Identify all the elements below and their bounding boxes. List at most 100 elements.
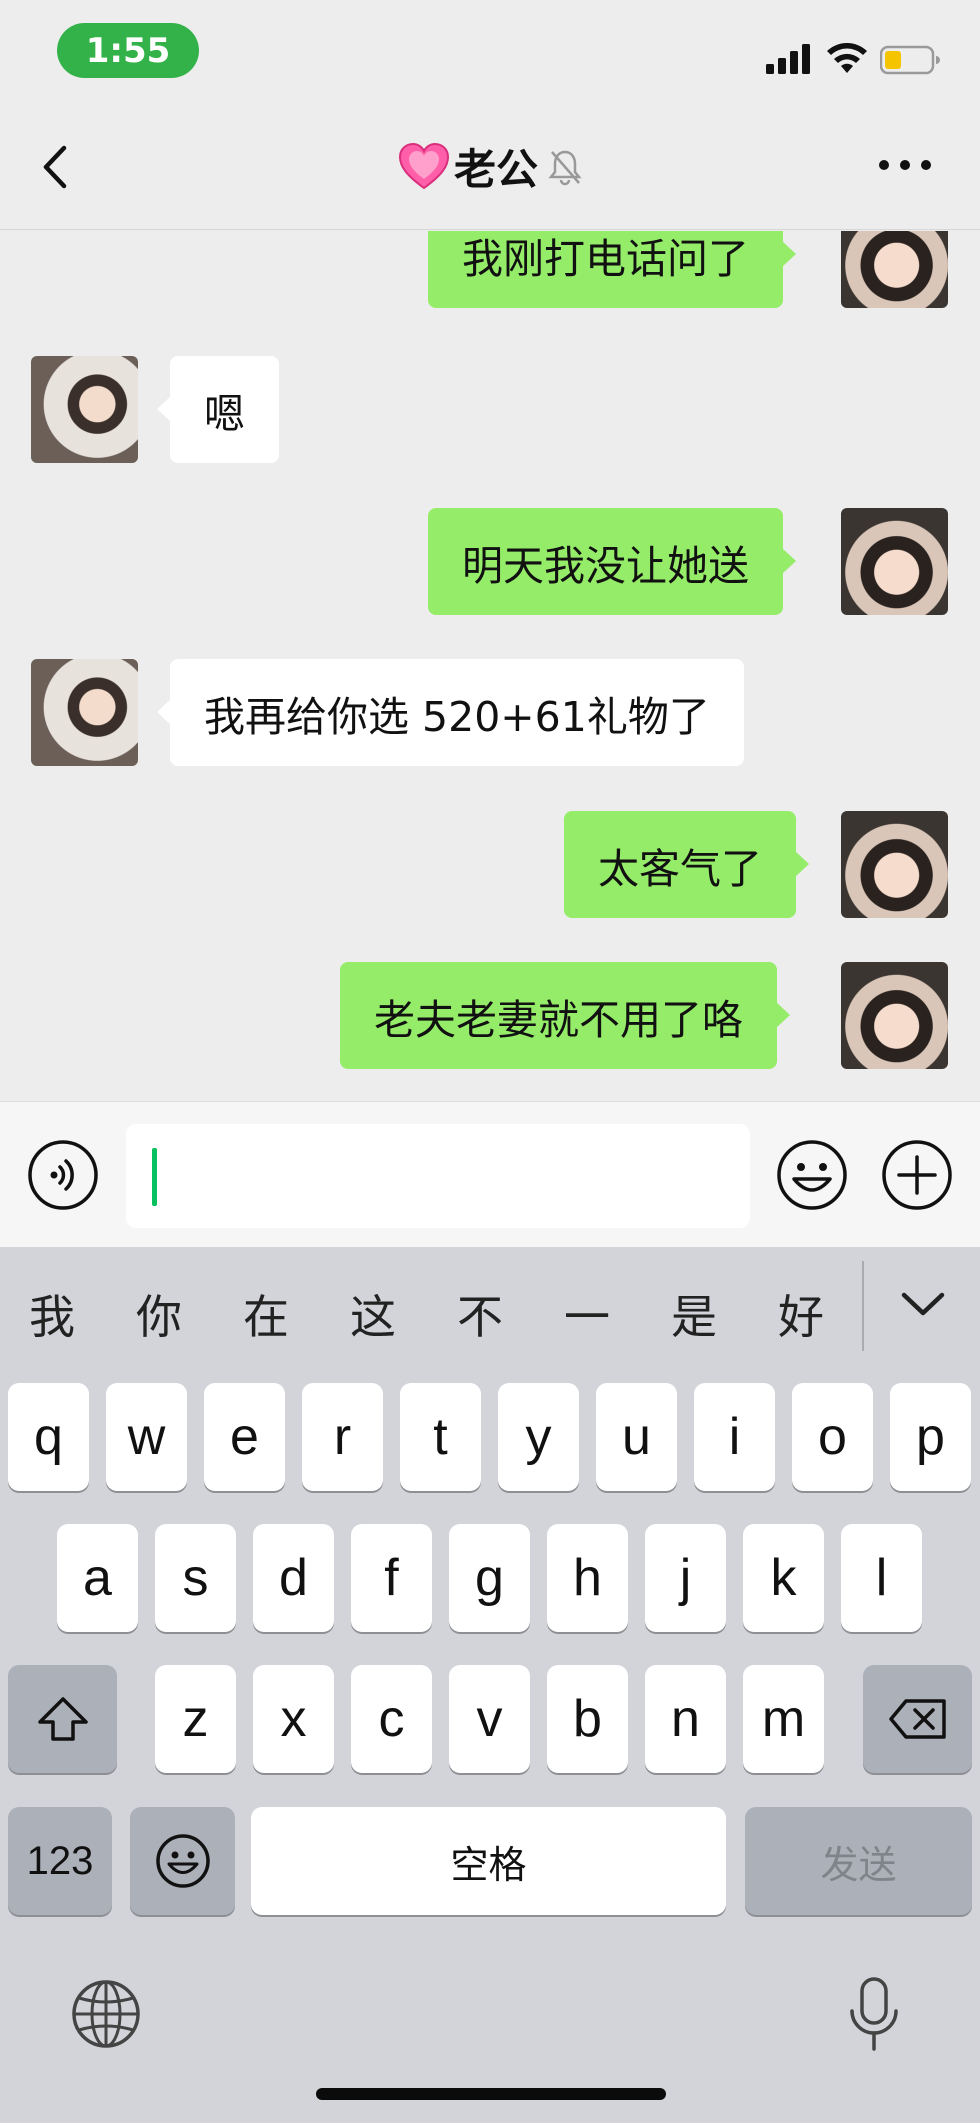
- message-bubble-received[interactable]: 我再给你选 520+61礼物了: [157, 659, 744, 766]
- key-n[interactable]: n: [645, 1665, 726, 1773]
- key-label: q: [34, 1408, 63, 1466]
- candidate-word[interactable]: 是: [654, 1281, 734, 1347]
- key-label: e: [230, 1408, 259, 1466]
- key-label: m: [761, 1690, 806, 1748]
- key-w[interactable]: w: [106, 1383, 187, 1491]
- message-text: 我再给你选 520+61礼物了: [204, 692, 710, 741]
- key-v[interactable]: v: [449, 1665, 530, 1773]
- key-k[interactable]: k: [743, 1524, 824, 1632]
- key-d[interactable]: d: [253, 1524, 334, 1632]
- chevron-down-icon[interactable]: [898, 1287, 948, 1323]
- candidate-word[interactable]: 不: [440, 1281, 520, 1347]
- key-q[interactable]: q: [8, 1383, 89, 1491]
- battery-icon: [880, 45, 940, 75]
- key-label: r: [333, 1408, 352, 1466]
- key-label: u: [622, 1408, 651, 1466]
- key-y[interactable]: y: [498, 1383, 579, 1491]
- key-label: d: [279, 1549, 308, 1607]
- contact-avatar[interactable]: [31, 659, 138, 766]
- emoji-icon: [155, 1834, 210, 1888]
- key-a[interactable]: a: [57, 1524, 138, 1632]
- key-t[interactable]: t: [400, 1383, 481, 1491]
- space-key[interactable]: 空格: [251, 1807, 726, 1915]
- key-label: y: [525, 1408, 552, 1466]
- mute-bell-icon: [548, 150, 582, 185]
- chat-title-text: 老公: [453, 145, 538, 194]
- key-i[interactable]: i: [694, 1383, 775, 1491]
- key-x[interactable]: x: [253, 1665, 334, 1773]
- contact-avatar[interactable]: [31, 356, 138, 463]
- key-label: j: [679, 1549, 692, 1607]
- key-l[interactable]: l: [841, 1524, 922, 1632]
- key-label: v: [476, 1690, 503, 1748]
- delete-key[interactable]: [863, 1665, 972, 1773]
- key-label: l: [875, 1549, 888, 1607]
- key-label: w: [127, 1408, 166, 1466]
- key-r[interactable]: r: [302, 1383, 383, 1491]
- send-key[interactable]: 发送: [745, 1807, 972, 1915]
- status-time[interactable]: 1:55: [57, 23, 199, 78]
- globe-icon[interactable]: [70, 1978, 142, 2050]
- delete-icon: [888, 1699, 946, 1739]
- key-o[interactable]: o: [792, 1383, 873, 1491]
- status-bar: 1:55: [0, 0, 980, 100]
- key-p[interactable]: p: [890, 1383, 971, 1491]
- key-label: b: [573, 1690, 602, 1748]
- key-b[interactable]: b: [547, 1665, 628, 1773]
- numbers-key[interactable]: 123: [8, 1807, 112, 1915]
- my-avatar[interactable]: [841, 811, 948, 918]
- key-j[interactable]: j: [645, 1524, 726, 1632]
- chat-header: 老公: [0, 100, 980, 230]
- message-input[interactable]: [126, 1124, 750, 1228]
- key-h[interactable]: h: [547, 1524, 628, 1632]
- key-s[interactable]: s: [155, 1524, 236, 1632]
- shift-key[interactable]: [8, 1665, 117, 1773]
- message-bubble-sent[interactable]: 老夫老妻就不用了咯: [340, 962, 790, 1069]
- key-e[interactable]: e: [204, 1383, 285, 1491]
- candidate-word[interactable]: 好: [761, 1281, 841, 1347]
- my-avatar[interactable]: [841, 508, 948, 615]
- message-bubble-sent[interactable]: 明天我没让她送: [428, 508, 796, 615]
- key-z[interactable]: z: [155, 1665, 236, 1773]
- cellular-signal-icon: [766, 44, 810, 74]
- message-bubble-sent[interactable]: 我刚打电话问了: [428, 231, 796, 308]
- plus-icon[interactable]: [881, 1139, 953, 1211]
- key-label: o: [818, 1408, 847, 1466]
- message-text: 老夫老妻就不用了咯: [374, 995, 743, 1044]
- my-avatar[interactable]: [841, 962, 948, 1069]
- key-c[interactable]: c: [351, 1665, 432, 1773]
- voice-icon[interactable]: [27, 1139, 99, 1211]
- candidate-word[interactable]: 一: [547, 1281, 627, 1347]
- key-f[interactable]: f: [351, 1524, 432, 1632]
- candidate-word[interactable]: 这: [333, 1281, 413, 1347]
- emoji-key[interactable]: [130, 1807, 235, 1915]
- message-text: 太客气了: [598, 844, 762, 893]
- key-u[interactable]: u: [596, 1383, 677, 1491]
- message-bubble-received[interactable]: 嗯: [157, 356, 279, 463]
- message-text: 嗯: [204, 389, 245, 438]
- more-dots-icon[interactable]: [878, 150, 932, 180]
- home-indicator[interactable]: [316, 2088, 666, 2100]
- key-label: p: [916, 1408, 945, 1466]
- message-list[interactable]: 我刚打电话问了 嗯 明天我没让她送 我再给你选 520+61礼物了 太客气了 老…: [0, 231, 980, 1101]
- candidate-word[interactable]: 你: [119, 1281, 199, 1347]
- text-caret: [152, 1148, 157, 1206]
- message-input-bar: [0, 1101, 980, 1247]
- key-label: t: [433, 1408, 448, 1466]
- key-m[interactable]: m: [743, 1665, 824, 1773]
- chat-title: 老公: [0, 136, 980, 197]
- key-label: g: [475, 1549, 504, 1607]
- microphone-icon[interactable]: [846, 1975, 902, 2055]
- key-label: k: [770, 1549, 797, 1607]
- key-g[interactable]: g: [449, 1524, 530, 1632]
- key-label: 123: [26, 1838, 94, 1883]
- emoji-icon[interactable]: [776, 1139, 848, 1211]
- key-label: 发送: [820, 1844, 897, 1887]
- candidate-divider: [862, 1261, 864, 1351]
- keyboard: 我 你 在 这 不 一 是 好 q w e r t y u i o p a s …: [0, 1247, 980, 2123]
- wifi-icon: [827, 43, 867, 73]
- candidate-word[interactable]: 我: [12, 1281, 92, 1347]
- my-avatar[interactable]: [841, 231, 948, 308]
- candidate-word[interactable]: 在: [226, 1281, 306, 1347]
- message-bubble-sent[interactable]: 太客气了: [564, 811, 809, 918]
